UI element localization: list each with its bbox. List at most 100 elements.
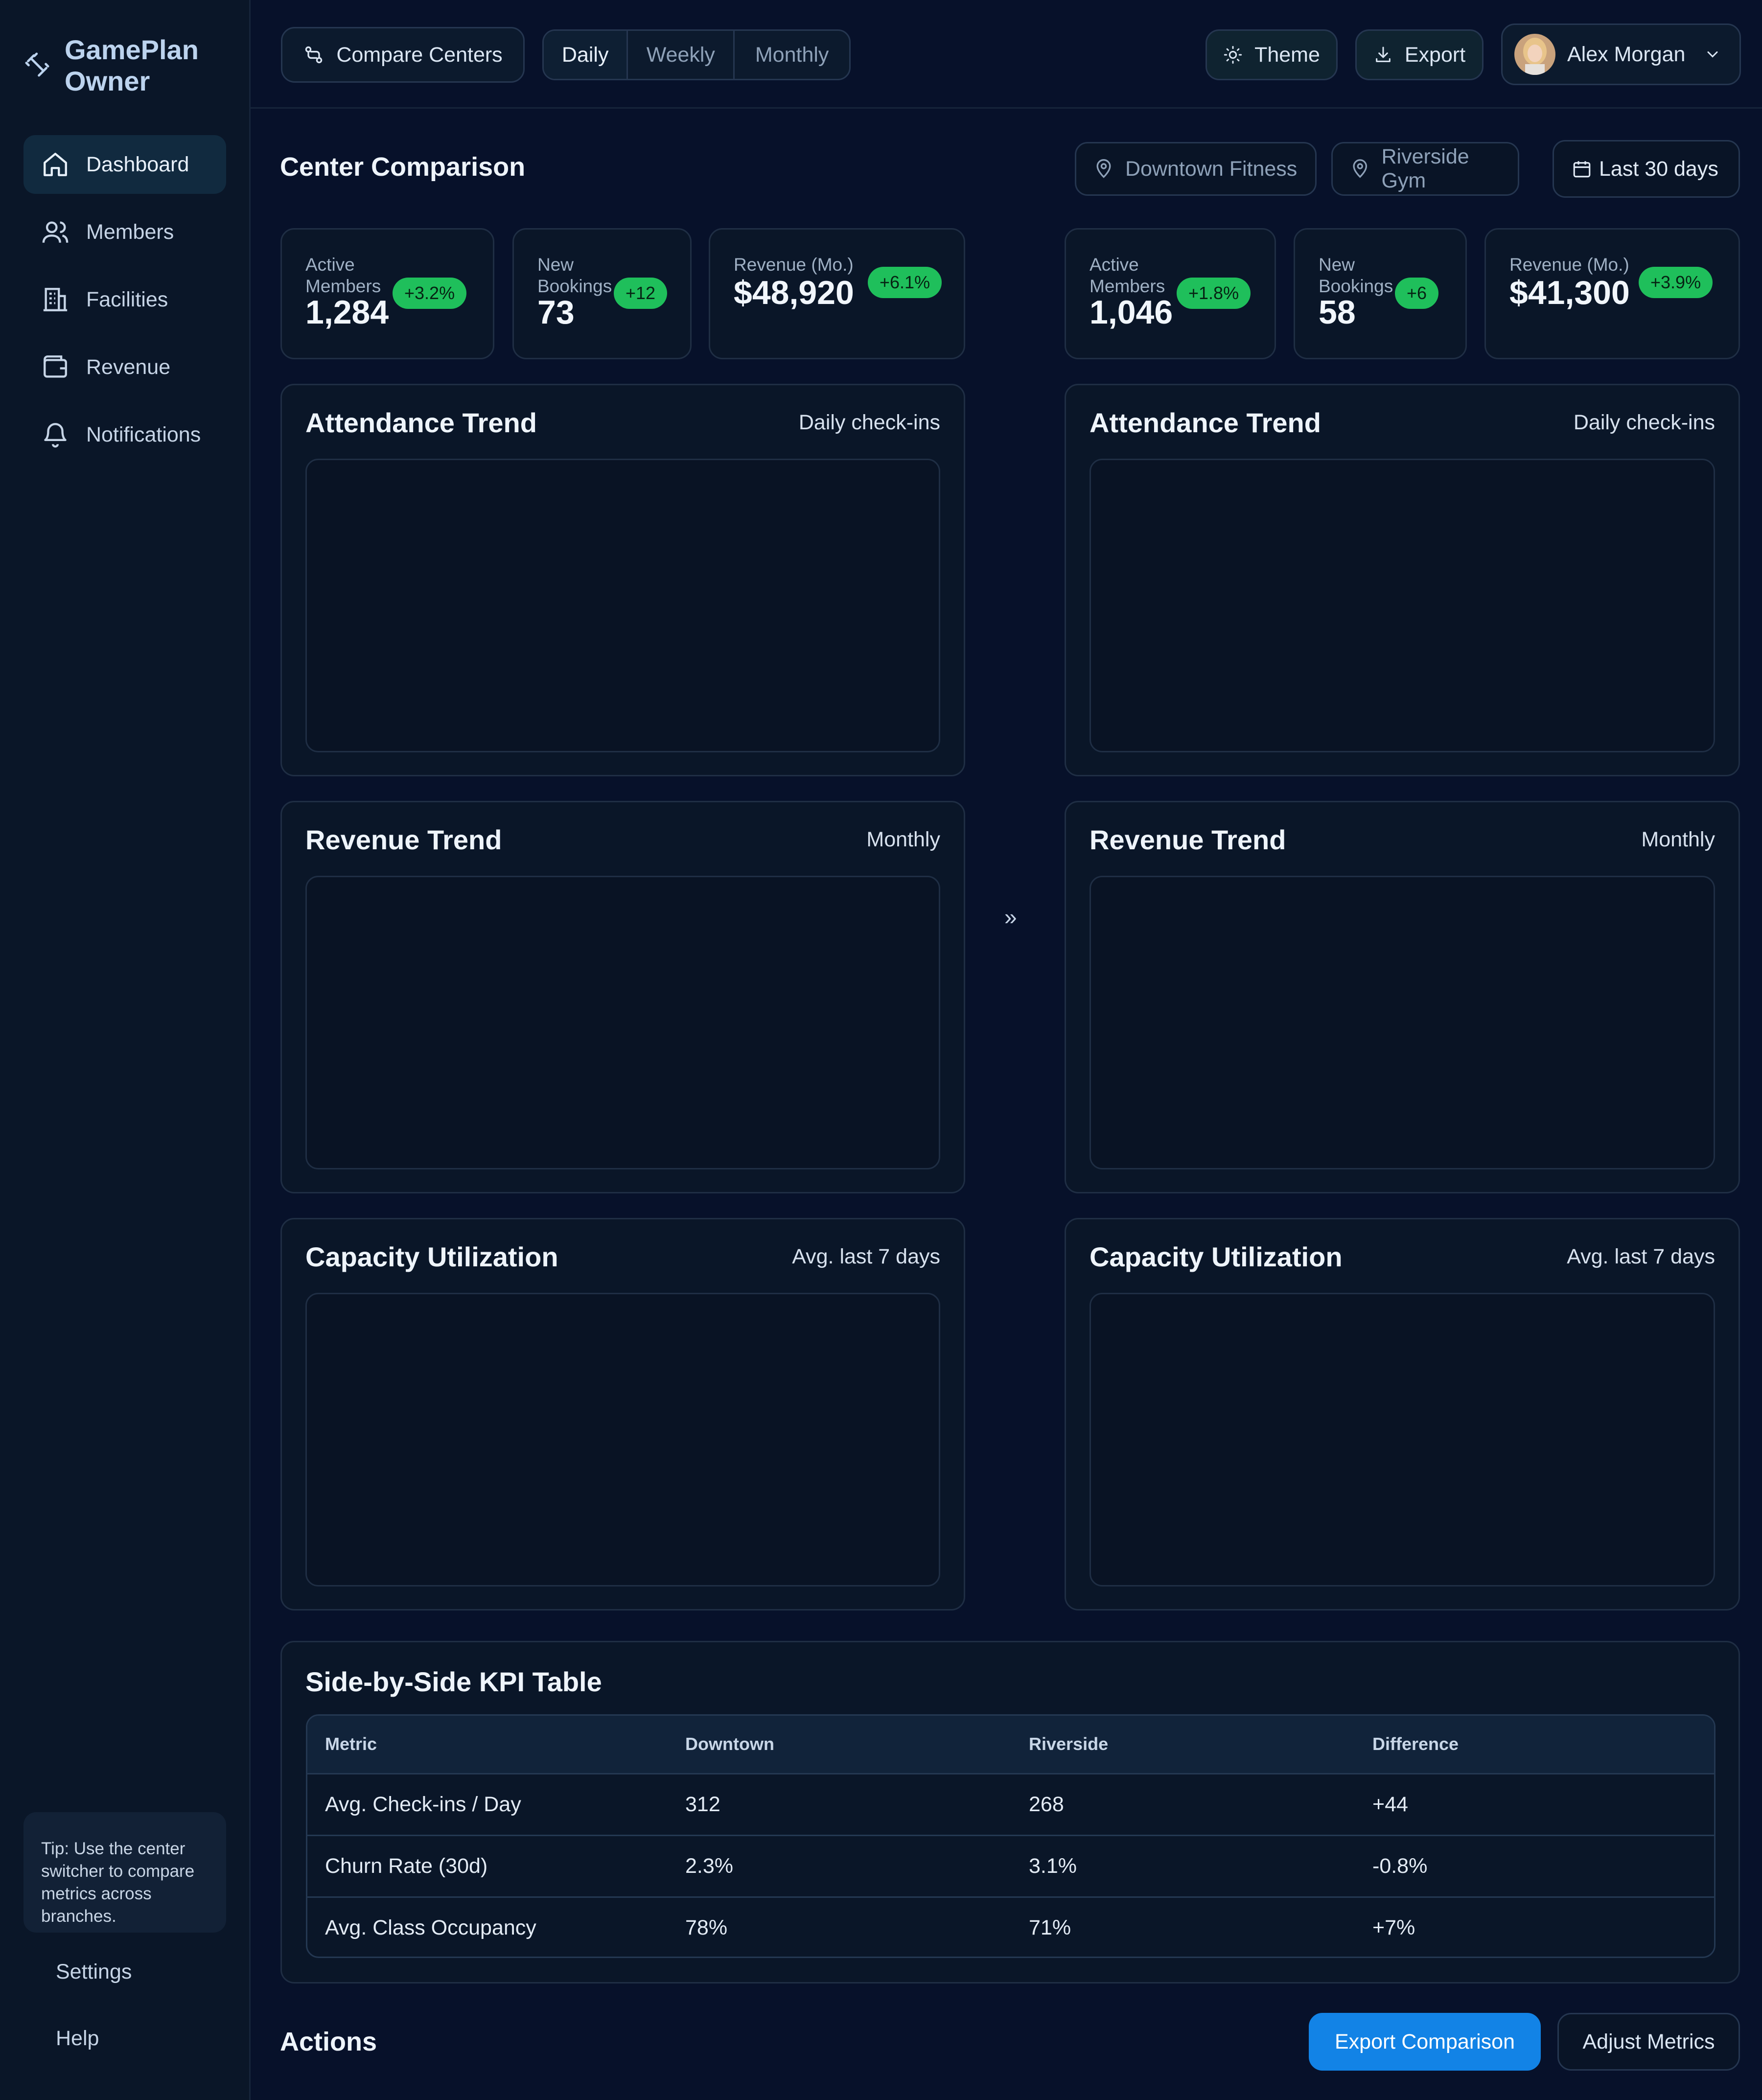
table-cell: Churn Rate (30d): [307, 1834, 685, 1897]
kpi-value: 73: [537, 294, 575, 331]
wallet-icon: [44, 355, 67, 378]
kpi-label: New Bookings: [1319, 255, 1393, 296]
compare-centers-label: Compare Centers: [336, 43, 503, 67]
panel-subtitle: Monthly: [866, 828, 940, 851]
page-title: Center Comparison: [280, 152, 526, 182]
kpi-card-new-bookings-a: New Bookings 73 +12: [512, 228, 692, 359]
column-header[interactable]: Metric: [307, 1716, 685, 1773]
user-name: Alex Morgan: [1567, 42, 1686, 66]
table-cell: 3.1%: [1029, 1834, 1372, 1897]
kpi-value: 1,046: [1090, 294, 1173, 331]
kpi-card-active-members-a: Active Members 1,284 +3.2%: [280, 228, 494, 359]
settings-link[interactable]: Settings: [56, 1960, 132, 1984]
avatar: [1514, 34, 1555, 75]
revenue-chart-area: [1090, 876, 1715, 1169]
user-menu[interactable]: Alex Morgan: [1501, 23, 1741, 85]
kpi-value: 58: [1319, 294, 1356, 331]
table-cell: 268: [1029, 1773, 1372, 1835]
table-cell: -0.8%: [1372, 1834, 1714, 1897]
users-icon: [42, 221, 69, 243]
center-b-select[interactable]: Riverside Gym: [1331, 142, 1519, 196]
panel-subtitle: Monthly: [1641, 828, 1715, 851]
sidebar-item-members[interactable]: Members: [23, 203, 226, 261]
period-monthly[interactable]: Monthly: [735, 31, 849, 79]
compare-centers-button[interactable]: Compare Centers: [281, 27, 525, 83]
kpi-table: Metric Downtown Riverside Difference Avg…: [306, 1714, 1716, 1958]
table-cell: 78%: [685, 1896, 1029, 1957]
table-cell: 2.3%: [685, 1834, 1029, 1897]
export-button[interactable]: Export: [1355, 29, 1484, 80]
sun-icon: [1224, 46, 1242, 64]
calendar-icon: [1573, 161, 1591, 178]
kpi-label: New Bookings: [537, 255, 612, 296]
kpi-card-revenue-b: Revenue (Mo.) $41,300 +3.9%: [1484, 228, 1740, 359]
panel-subtitle: Avg. last 7 days: [792, 1245, 940, 1268]
export-label: Export: [1404, 43, 1466, 67]
table-row: Avg. Check-ins / Day 312 268 +44: [307, 1773, 1714, 1835]
help-link[interactable]: Help: [56, 2027, 99, 2051]
adjust-metrics-button[interactable]: Adjust Metrics: [1557, 2013, 1740, 2071]
attendance-chart-area: [305, 459, 940, 752]
capacity-chart-area: [1090, 1293, 1715, 1587]
kpi-table-title: Side-by-Side KPI Table: [305, 1666, 602, 1697]
table-cell: 71%: [1029, 1896, 1372, 1957]
table-cell: Avg. Class Occupancy: [307, 1896, 685, 1957]
sidebar: GamePlan Owner Dashboard Members Facilit…: [0, 0, 251, 2100]
date-range-select[interactable]: Last 30 days: [1553, 140, 1740, 198]
map-pin-icon: [1096, 159, 1111, 178]
delta-badge: +6: [1395, 278, 1439, 309]
sidebar-item-notifications[interactable]: Notifications: [23, 405, 226, 464]
delta-badge: +1.8%: [1177, 278, 1251, 309]
dumbbell-icon: [25, 52, 49, 77]
panel-title: Revenue Trend: [305, 824, 502, 855]
delta-badge: +6.1%: [868, 267, 942, 298]
top-bar: Compare Centers Daily Weekly Monthly The…: [251, 0, 1762, 109]
theme-button[interactable]: Theme: [1206, 29, 1338, 80]
theme-label: Theme: [1254, 43, 1320, 67]
attendance-trend-panel-a: Attendance Trend Daily check-ins: [280, 384, 965, 776]
panel-title: Capacity Utilization: [305, 1241, 558, 1272]
tip-box: Tip: Use the center switcher to compare …: [23, 1812, 226, 1933]
kpi-card-new-bookings-b: New Bookings 58 +6: [1294, 228, 1467, 359]
panel-title: Attendance Trend: [305, 407, 537, 438]
delta-badge: +3.9%: [1639, 267, 1713, 298]
brand[interactable]: GamePlan Owner: [23, 34, 199, 97]
swap-centers-icon[interactable]: »: [1004, 904, 1017, 930]
sidebar-item-label: Dashboard: [86, 152, 189, 176]
attendance-trend-panel-b: Attendance Trend Daily check-ins: [1065, 384, 1740, 776]
table-cell: Avg. Check-ins / Day: [307, 1773, 685, 1835]
column-header[interactable]: Downtown: [685, 1716, 1029, 1773]
brand-role: Owner: [65, 66, 150, 96]
map-pin-icon: [1353, 159, 1368, 178]
kpi-value: $48,920: [734, 274, 854, 311]
delta-badge: +12: [614, 278, 668, 309]
period-daily[interactable]: Daily: [544, 31, 628, 79]
sidebar-item-label: Revenue: [86, 355, 171, 379]
sidebar-item-facilities[interactable]: Facilities: [23, 270, 226, 329]
table-cell: +44: [1372, 1773, 1714, 1835]
chevron-down-icon: [1707, 51, 1718, 58]
export-comparison-button[interactable]: Export Comparison: [1309, 2013, 1541, 2071]
sidebar-nav: Dashboard Members Facilities Revenue Not…: [23, 135, 226, 473]
actions-title: Actions: [280, 2027, 377, 2056]
sidebar-item-dashboard[interactable]: Dashboard: [23, 135, 226, 194]
center-a-select[interactable]: Downtown Fitness: [1075, 142, 1317, 196]
column-header[interactable]: Riverside: [1029, 1716, 1372, 1773]
sidebar-item-label: Facilities: [86, 287, 168, 311]
table-row: Avg. Class Occupancy 78% 71% +7%: [307, 1896, 1714, 1957]
revenue-chart-area: [305, 876, 940, 1169]
revenue-trend-panel-a: Revenue Trend Monthly: [280, 801, 965, 1193]
center-a-label: Downtown Fitness: [1125, 157, 1298, 181]
period-weekly[interactable]: Weekly: [628, 31, 735, 79]
period-toggle: Daily Weekly Monthly: [542, 29, 851, 80]
download-icon: [1376, 47, 1391, 62]
table-row: Churn Rate (30d) 2.3% 3.1% -0.8%: [307, 1834, 1714, 1897]
capacity-utilization-panel-a: Capacity Utilization Avg. last 7 days: [280, 1218, 965, 1610]
building-icon: [43, 288, 68, 311]
kpi-label: Active Members: [305, 255, 381, 296]
table-cell: +7%: [1372, 1896, 1714, 1957]
sidebar-item-revenue[interactable]: Revenue: [23, 338, 226, 397]
panel-subtitle: Daily check-ins: [1573, 411, 1715, 434]
panel-subtitle: Avg. last 7 days: [1567, 1245, 1715, 1268]
column-header[interactable]: Difference: [1372, 1716, 1714, 1773]
